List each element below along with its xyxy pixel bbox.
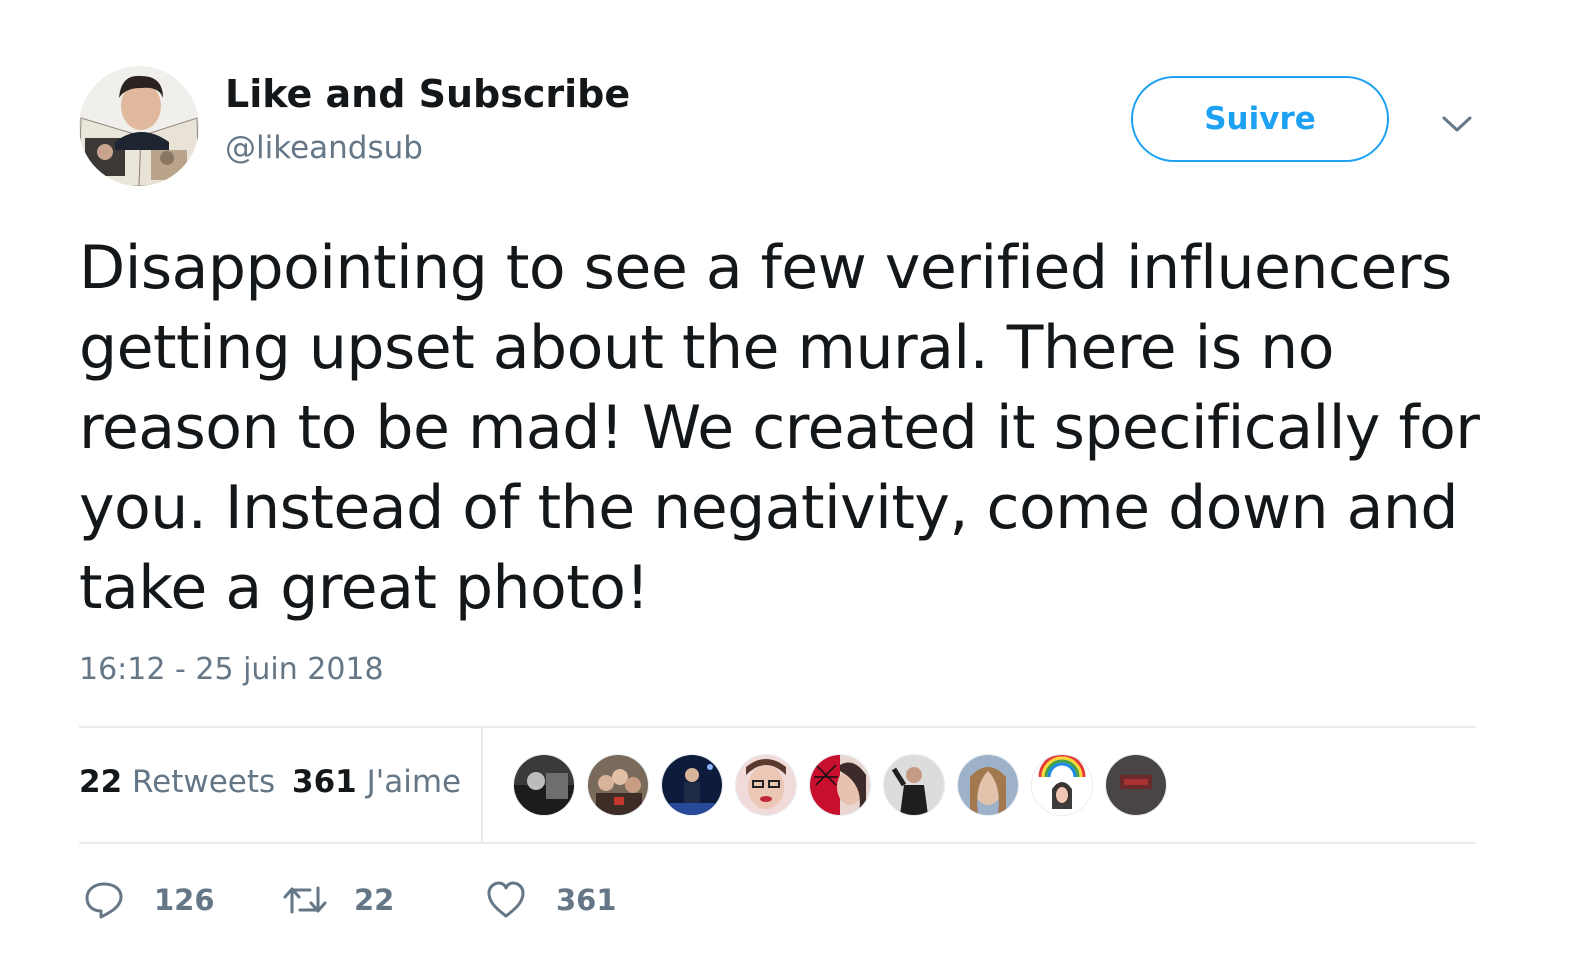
liker-avatar-9[interactable]: [1105, 754, 1167, 816]
retweet-icon: [283, 886, 327, 914]
reply-icon: [85, 882, 123, 919]
liker-avatar-4[interactable]: [735, 754, 797, 816]
tweet-menu-caret[interactable]: [1437, 108, 1477, 140]
stats-vertical-divider: [481, 728, 483, 842]
likes-count: 361: [292, 764, 357, 800]
retweets-count: 22: [79, 764, 123, 800]
liker-photo-icon: [662, 755, 722, 815]
tweet-text: Disappointing to see a few verified infl…: [79, 233, 1480, 623]
likers-avatar-list: [513, 754, 1179, 816]
liker-photo-icon: [810, 755, 870, 815]
like-count: 361: [556, 883, 617, 917]
divider-top: [79, 726, 1476, 728]
avatar-photo-icon: [79, 66, 199, 186]
liker-photo-icon: [514, 755, 574, 815]
liker-avatar-3[interactable]: [661, 754, 723, 816]
follow-button[interactable]: Suivre: [1131, 76, 1389, 162]
retweet-action[interactable]: 22: [282, 880, 394, 920]
likes-stat[interactable]: 361 J'aime: [292, 764, 461, 800]
liker-avatar-2[interactable]: [587, 754, 649, 816]
author-handle[interactable]: @likeandsub: [225, 130, 423, 166]
heart-icon: [487, 881, 525, 918]
retweets-label: Retweets: [132, 764, 276, 800]
tweet-timestamp[interactable]: 16:12 - 25 juin 2018: [79, 652, 384, 687]
author-display-name[interactable]: Like and Subscribe: [225, 72, 630, 116]
liker-avatar-6[interactable]: [883, 754, 945, 816]
divider-bottom: [79, 842, 1476, 844]
tweet-card: Like and Subscribe @likeandsub Suivre Di…: [0, 0, 1572, 954]
retweets-stat[interactable]: 22 Retweets: [79, 764, 275, 800]
reply-action[interactable]: 126: [84, 880, 215, 920]
retweet-count: 22: [354, 883, 395, 917]
author-avatar[interactable]: [79, 66, 199, 186]
liker-photo-icon: [736, 755, 796, 815]
liker-photo-icon: [1032, 755, 1092, 815]
liker-avatar-8[interactable]: [1031, 754, 1093, 816]
liker-photo-icon: [884, 755, 944, 815]
liker-photo-icon: [958, 755, 1018, 815]
liker-photo-icon: [1106, 755, 1166, 815]
like-action[interactable]: 361: [486, 880, 617, 920]
liker-photo-icon: [588, 755, 648, 815]
liker-avatar-1[interactable]: [513, 754, 575, 816]
likes-label: J'aime: [366, 764, 462, 800]
liker-avatar-7[interactable]: [957, 754, 1019, 816]
liker-avatar-5[interactable]: [809, 754, 871, 816]
chevron-down-icon: [1442, 116, 1472, 132]
reply-count: 126: [154, 883, 215, 917]
